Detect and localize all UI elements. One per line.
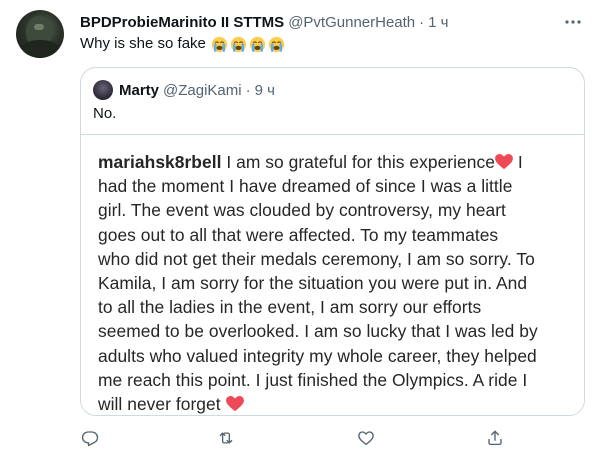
like-icon[interactable] — [356, 428, 376, 448]
quoted-author-avatar — [93, 80, 113, 100]
quoted-tweet-text: No. — [93, 105, 117, 122]
post-line: goes out to all that were affected. To m… — [98, 224, 499, 245]
tweet-actions — [80, 428, 520, 448]
post-line: Kamila, I am sorry for the situation you… — [98, 273, 528, 294]
loudly-crying-face-icon — [211, 36, 228, 52]
separator-dot: · — [245, 81, 251, 99]
quoted-tweet-image[interactable]: mariahsk8rbell I am so grateful for this… — [81, 134, 584, 415]
tweet-text: Why is she so fake — [80, 34, 285, 54]
loudly-crying-face-icon — [230, 36, 247, 52]
post-username: mariahsk8rbell — [98, 152, 222, 172]
post-line: to all the ladies in the event, I am sor… — [98, 297, 482, 318]
retweet-icon[interactable] — [216, 428, 236, 448]
loudly-crying-face-icon — [268, 36, 285, 52]
share-icon[interactable] — [485, 428, 505, 448]
red-heart-icon — [495, 154, 513, 170]
post-line: will never forget — [98, 394, 221, 415]
reply-icon[interactable] — [80, 428, 100, 448]
post-line: adults who valued integrity my whole car… — [98, 345, 537, 366]
more-options-icon[interactable] — [563, 12, 583, 32]
post-caption: mariahsk8rbell I am so grateful for this… — [98, 150, 578, 415]
post-line: seemed to be overlooked. I am so lucky t… — [98, 321, 538, 342]
quoted-tweet-header: Marty @ZagiKami · 9 ч — [119, 80, 275, 100]
tweet-time[interactable]: 1 ч — [428, 14, 448, 31]
post-line: I am so grateful for this experience — [221, 152, 495, 172]
post-line: me reach this point. I just finished the… — [98, 369, 528, 390]
tweet-header: BPDProbieMarinito II STTMS @PvtGunnerHea… — [80, 12, 448, 32]
separator-dot: · — [419, 13, 425, 31]
quoted-author-handle: @ZagiKami — [163, 81, 242, 99]
author-avatar[interactable] — [16, 10, 64, 58]
quoted-author-name: Marty — [119, 81, 160, 99]
red-heart-icon — [225, 396, 244, 412]
tweet[interactable]: BPDProbieMarinito II STTMS @PvtGunnerHea… — [0, 0, 597, 456]
author-handle[interactable]: @PvtGunnerHeath — [288, 14, 415, 31]
author-name[interactable]: BPDProbieMarinito II STTMS — [80, 14, 284, 31]
quoted-tweet-time: 9 ч — [254, 81, 275, 99]
post-line: had the moment I have dreamed of since I… — [98, 176, 513, 197]
post-line: who did not get their medals ceremony, I… — [98, 248, 535, 269]
post-line: I — [512, 152, 523, 172]
quoted-tweet[interactable]: Marty @ZagiKami · 9 ч No. mariahsk8rbell… — [80, 67, 585, 416]
tweet-text-content: Why is she so fake — [80, 35, 206, 52]
post-line: girl. The event was clouded by controver… — [98, 200, 506, 221]
loudly-crying-face-icon — [249, 36, 266, 52]
